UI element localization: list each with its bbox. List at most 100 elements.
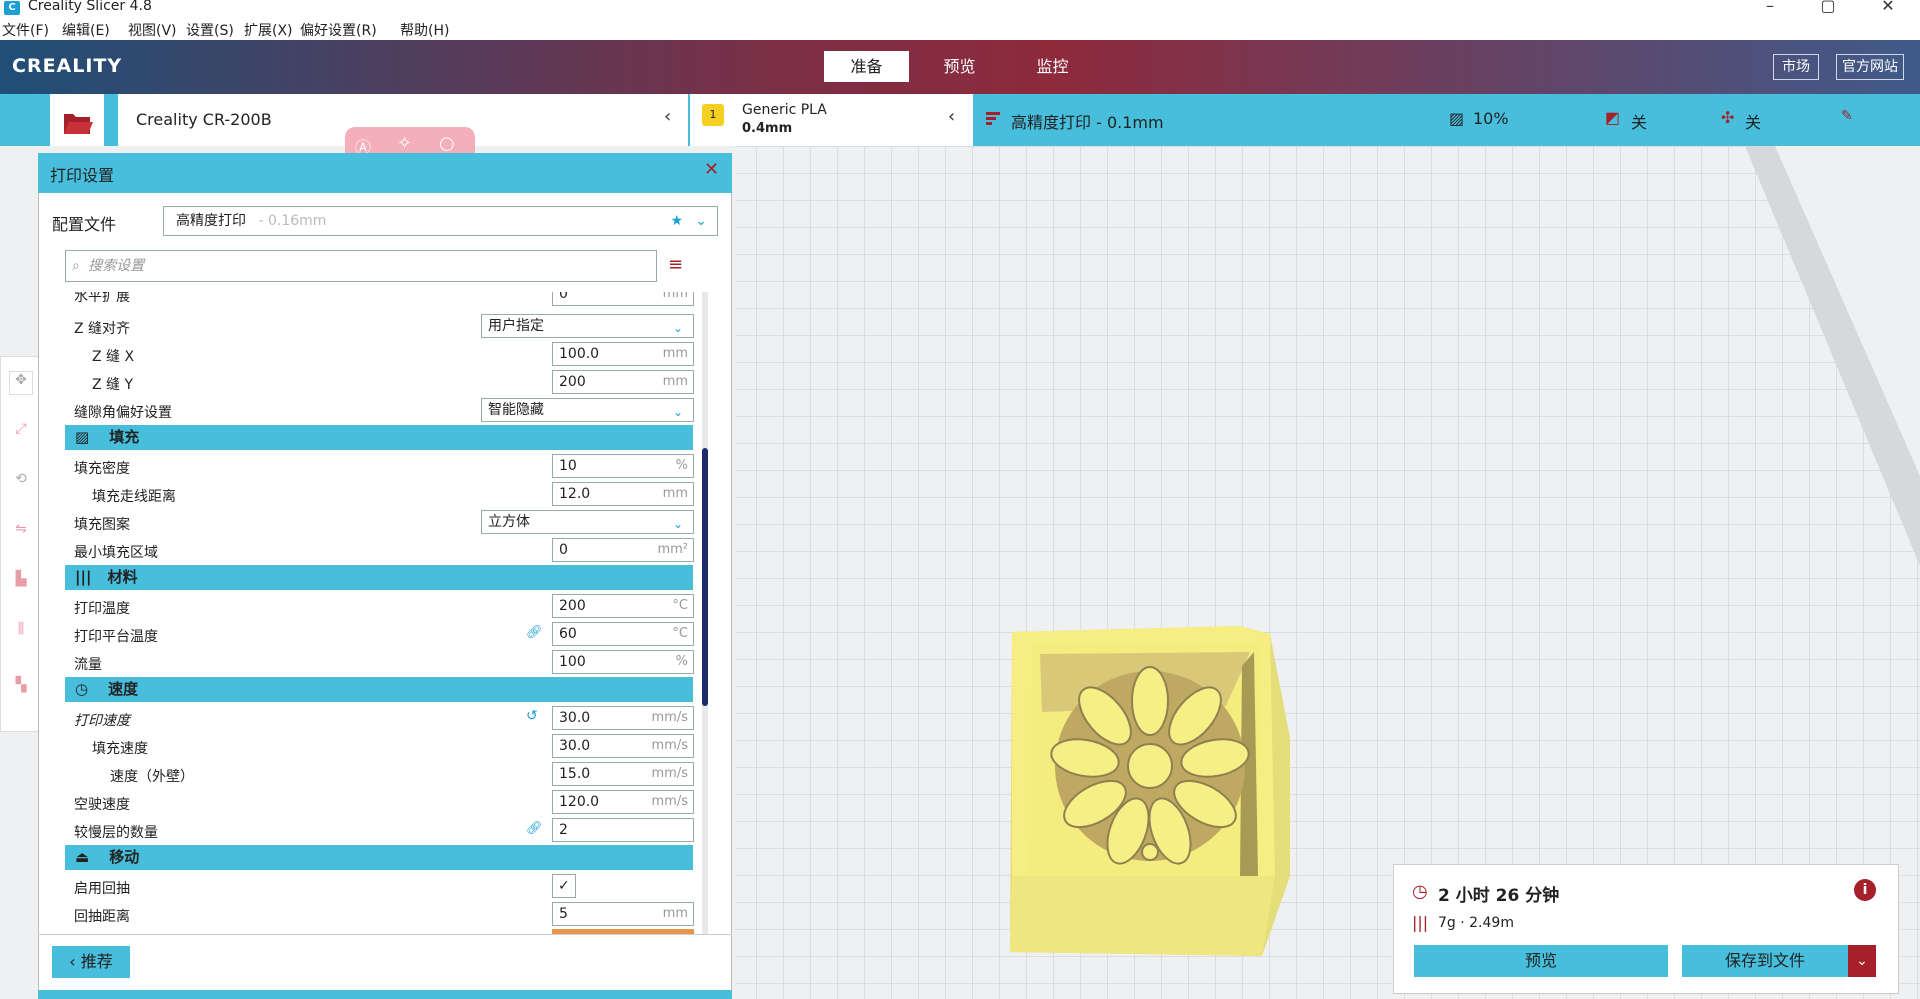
setting-label: 流量 bbox=[74, 657, 102, 673]
chevron-left-icon: ‹ bbox=[948, 106, 956, 127]
setting-label: 水平扩展 bbox=[74, 292, 130, 305]
material-usage: 7g · 2.49m bbox=[1438, 915, 1514, 931]
setting-field[interactable]: 200 °C bbox=[552, 594, 694, 618]
section-material[interactable]: ||| 材料 bbox=[65, 565, 693, 590]
per-model-settings-icon[interactable]: ▙ bbox=[9, 571, 33, 595]
adhesion-icon: ✣ bbox=[1721, 108, 1735, 127]
scale-tool-icon[interactable]: ⤢ bbox=[9, 421, 33, 445]
setting-select[interactable]: 智能隐藏 ⌄ bbox=[481, 398, 694, 422]
panel-header: 打印设置 ✕ bbox=[38, 153, 732, 193]
setting-label: 回抽距离 bbox=[74, 909, 130, 925]
section-infill[interactable]: ▨ 填充 bbox=[65, 425, 693, 450]
setting-unit: mm² bbox=[657, 542, 688, 557]
setting-unit: mm bbox=[662, 374, 688, 389]
link-icon[interactable]: 🔗︎ bbox=[526, 821, 543, 836]
menu-file[interactable]: 文件(F) bbox=[2, 20, 49, 40]
save-to-file-button[interactable]: 保存到文件 bbox=[1682, 945, 1848, 977]
app-icon: C bbox=[4, 1, 20, 15]
setting-label: 启用回抽 bbox=[74, 881, 130, 897]
setting-field[interactable]: 60 °C bbox=[552, 622, 694, 646]
preview-button[interactable]: 预览 bbox=[1414, 945, 1668, 977]
tab-monitor[interactable]: 监控 bbox=[1010, 51, 1095, 82]
menu-settings[interactable]: 设置(S) bbox=[186, 20, 234, 40]
search-icon[interactable]: ○ bbox=[439, 133, 455, 154]
setting-label: Z 缝 X bbox=[92, 349, 135, 365]
setting-field[interactable]: 30.0 mm/s bbox=[552, 734, 694, 758]
scrollbar-thumb[interactable] bbox=[702, 448, 708, 706]
window-title: Creality Slicer 4.8 bbox=[28, 0, 152, 14]
setting-label: 填充密度 bbox=[74, 461, 130, 477]
profile-icon bbox=[986, 112, 1000, 125]
setting-select[interactable]: 用户指定 ⌄ bbox=[481, 314, 694, 338]
link-icon[interactable]: 🔗︎ bbox=[526, 625, 543, 640]
setting-field[interactable]: 0 mm² bbox=[552, 538, 694, 562]
search-settings-placeholder: 搜索设置 bbox=[88, 258, 145, 274]
favorite-star-icon[interactable]: ★ bbox=[670, 207, 683, 235]
section-speed[interactable]: ◷ 速度 bbox=[65, 677, 693, 702]
setting-field[interactable]: 2 bbox=[552, 818, 694, 842]
tab-preview[interactable]: 预览 bbox=[917, 51, 1002, 82]
minimize-button[interactable]: – bbox=[1755, 0, 1785, 15]
rotate-tool-icon[interactable]: ⟲ bbox=[9, 471, 33, 495]
settings-list[interactable]: 水平扩展 0 mm Z 缝对齐 用户指定 ⌄ Z 缝 X 100.0 mm Z 缝 Y… bbox=[38, 292, 732, 934]
menu-preferences[interactable]: 偏好设置(R) bbox=[300, 20, 377, 40]
setting-value: 10 bbox=[559, 458, 577, 474]
panel-resize-handle[interactable] bbox=[38, 990, 732, 999]
menu-view[interactable]: 视图(V) bbox=[128, 20, 177, 40]
menu-extensions[interactable]: 扩展(X) bbox=[244, 20, 293, 40]
marketplace-button[interactable]: 市场 bbox=[1773, 54, 1819, 80]
setting-field[interactable]: 10% bbox=[552, 454, 694, 478]
settings-menu-icon[interactable]: ≡ bbox=[668, 254, 683, 275]
check-icon: ✓ bbox=[558, 878, 570, 894]
setting-field[interactable]: 100% bbox=[552, 650, 694, 674]
section-title: 填充 bbox=[109, 428, 140, 446]
setting-field[interactable]: 5 mm bbox=[552, 902, 694, 926]
section-travel[interactable]: ⏏ 移动 bbox=[65, 845, 693, 870]
menu-help[interactable]: 帮助(H) bbox=[400, 20, 449, 40]
retraction-checkbox[interactable]: ✓ bbox=[552, 874, 576, 898]
setting-field[interactable]: 30.0 mm/s bbox=[552, 706, 694, 730]
reset-icon[interactable]: ↺ bbox=[526, 708, 538, 724]
chevron-down-icon: ⌄ bbox=[695, 213, 707, 229]
setting-unit: mm/s bbox=[651, 794, 688, 809]
mirror-tool-icon[interactable]: ⇋ bbox=[9, 521, 33, 545]
section-title: 移动 bbox=[109, 848, 140, 866]
travel-section-icon: ⏏ bbox=[75, 848, 90, 866]
close-panel-icon[interactable]: ✕ bbox=[704, 159, 719, 180]
setting-field[interactable]: 12.0 mm bbox=[552, 482, 694, 506]
setting-label: 速度（外壁） bbox=[110, 769, 194, 785]
setting-field[interactable]: 0 mm bbox=[552, 292, 694, 306]
tab-prepare[interactable]: 准备 bbox=[824, 51, 909, 82]
open-file-button[interactable] bbox=[50, 94, 104, 148]
info-icon[interactable]: i bbox=[1854, 879, 1876, 901]
setting-label: 打印速度 bbox=[74, 713, 130, 729]
menu-edit[interactable]: 编辑(E) bbox=[62, 20, 110, 40]
setting-select[interactable]: 立方体 ⌄ bbox=[481, 510, 694, 534]
setting-field[interactable]: 100.0 mm bbox=[552, 342, 694, 366]
website-button[interactable]: 官方网站 bbox=[1836, 54, 1904, 80]
magic-wand-icon[interactable]: ✧ bbox=[397, 133, 412, 154]
support-blocker-icon[interactable]: ⫼ bbox=[9, 621, 33, 645]
close-window-button[interactable]: ✕ bbox=[1873, 0, 1903, 15]
chevron-left-icon: ‹ bbox=[69, 952, 81, 971]
printer-name: Creality CR-200B bbox=[136, 110, 272, 129]
setting-field[interactable]: 120.0 mm/s bbox=[552, 790, 694, 814]
setting-value: 12.0 bbox=[559, 486, 591, 502]
save-options-chevron-icon[interactable]: ⌄ bbox=[1848, 945, 1876, 977]
search-settings-field[interactable]: ⌕ 搜索设置 bbox=[65, 250, 657, 282]
setting-field[interactable]: 200 mm bbox=[552, 370, 694, 394]
maximize-button[interactable]: ▢ bbox=[1813, 0, 1843, 15]
creality-logo: CREALITY bbox=[12, 55, 123, 77]
setting-field[interactable]: 15.0 mm/s bbox=[552, 762, 694, 786]
recommended-button[interactable]: ‹ 推荐 bbox=[52, 946, 130, 978]
3d-model[interactable] bbox=[1000, 476, 1310, 966]
filament-icon: ||| bbox=[1412, 913, 1429, 932]
material-selector[interactable]: 1 Generic PLA 0.4mm ‹ bbox=[690, 94, 973, 146]
layer-tool-icon[interactable]: ▚ bbox=[9, 677, 33, 701]
move-tool-icon[interactable]: ✥ bbox=[9, 371, 33, 395]
setting-value: 30.0 bbox=[559, 710, 591, 726]
print-profile-bar[interactable]: 高精度打印 - 0.1mm ▨ 10% ◩ 关 ✣ 关 ✎ bbox=[975, 94, 1867, 146]
profile-dropdown[interactable]: 高精度打印 - 0.16mm ★ ⌄ bbox=[163, 206, 718, 236]
setting-value: 用户指定 bbox=[488, 318, 544, 334]
setting-value: 立方体 bbox=[488, 514, 530, 530]
